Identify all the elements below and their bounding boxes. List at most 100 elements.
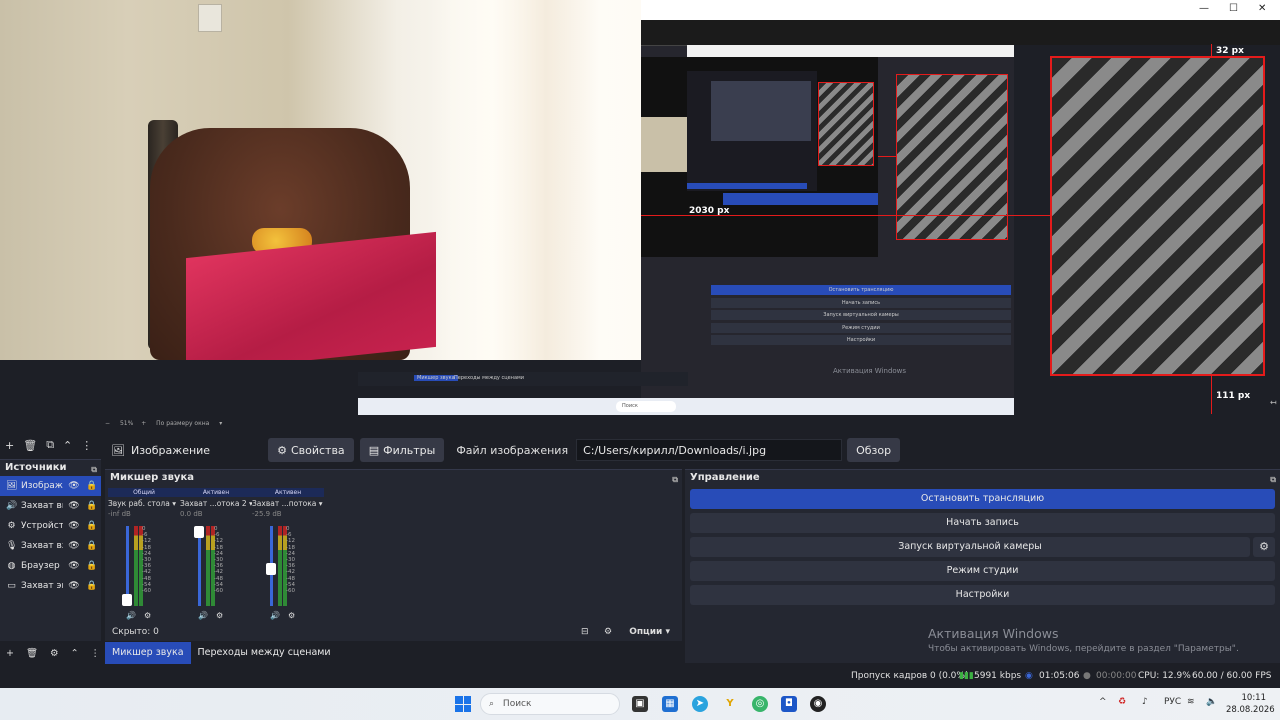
lock-icon[interactable]: 🔒 — [85, 481, 99, 491]
start-record-button[interactable]: Начать запись — [690, 513, 1275, 533]
audio-output-icon: 🔊 — [6, 501, 18, 511]
channel-settings-icon[interactable]: ⚙ — [216, 611, 223, 620]
more-icon[interactable]: ⋮ — [81, 439, 92, 452]
visibility-icon[interactable]: 👁 — [67, 581, 81, 591]
mute-icon[interactable]: 🔊 — [126, 611, 136, 620]
up-icon[interactable]: ⌃ — [71, 648, 79, 659]
mute-icon[interactable]: 🔊 — [270, 611, 280, 620]
zoom-in-icon[interactable]: + — [141, 420, 146, 427]
scale-tick: -42 — [286, 569, 295, 576]
volume-fader[interactable] — [198, 526, 201, 606]
more-icon[interactable]: ⋮ — [91, 648, 101, 659]
channel-status: Общий — [108, 488, 180, 497]
visibility-icon[interactable]: 👁 — [67, 561, 81, 571]
image-file-path[interactable]: C:/Users/кирилл/Downloads/i.jpg — [576, 439, 843, 461]
tray-chevron-icon[interactable]: ^ — [1099, 697, 1107, 707]
add-source-icon[interactable]: + — [5, 439, 14, 452]
language-indicator[interactable]: РУС — [1164, 697, 1181, 707]
volume-fader-handle[interactable] — [266, 563, 276, 576]
mute-icon[interactable]: 🔊 — [198, 611, 208, 620]
chrome-icon[interactable]: ◎ — [752, 696, 768, 712]
trash-icon[interactable]: 🗑 — [26, 648, 38, 659]
sources-toolbar: + 🗑 ⧉ ⌃ ⋮ — [0, 436, 104, 454]
popout-icon[interactable]: ⧉ — [1270, 472, 1276, 488]
wall-socket — [198, 4, 222, 32]
task-view-icon[interactable]: ▣ — [632, 696, 648, 712]
source-item[interactable]: ◍ Браузер 5 👁 🔒 — [0, 556, 101, 576]
settings-button[interactable]: Настройки — [690, 585, 1275, 605]
popout-icon[interactable]: ⧉ — [672, 472, 678, 488]
mixer-options-button[interactable]: Опции ▾ — [629, 627, 670, 637]
channel-settings-icon[interactable]: ⚙ — [144, 611, 151, 620]
source-item[interactable]: 🖼 Изображ 👁 🔒 — [0, 476, 101, 496]
volume-fader-handle[interactable] — [194, 526, 204, 538]
tab-scene-transitions[interactable]: Переходы между сценами — [191, 642, 338, 664]
source-item[interactable]: ▭ Захват эк 👁 🔒 — [0, 576, 101, 596]
remove-source-icon[interactable]: 🗑 — [23, 439, 37, 452]
channel-name[interactable]: Захват ...отока 2 ▾ — [180, 499, 252, 508]
network-icon[interactable]: ♪ — [1142, 697, 1148, 707]
visibility-icon[interactable]: 👁 — [67, 541, 81, 551]
scale-tick: -18 — [142, 544, 151, 551]
wifi-icon[interactable]: ≋ — [1187, 697, 1195, 707]
channel-status: Активен — [180, 488, 252, 497]
channel-settings-icon[interactable]: ⚙ — [288, 611, 295, 620]
visibility-icon[interactable]: 👁 — [67, 501, 81, 511]
gear-icon[interactable]: ⚙ — [50, 648, 59, 659]
chevron-down-icon[interactable]: ▾ — [219, 420, 222, 427]
lock-icon[interactable]: 🔒 — [85, 581, 99, 591]
virtual-camera-settings-button[interactable]: ⚙ — [1253, 537, 1275, 557]
browse-button[interactable]: Обзор — [847, 438, 901, 462]
move-up-icon[interactable]: ⌃ — [63, 439, 72, 452]
channel-name[interactable]: Захват ...потока ▾ — [252, 499, 324, 508]
image-source-stripes[interactable] — [1050, 56, 1265, 376]
taskbar-clock[interactable]: 10:11 28.08.2026 — [1226, 692, 1275, 716]
lock-icon[interactable]: 🔒 — [85, 521, 99, 531]
telegram-icon[interactable]: ➤ — [692, 696, 708, 712]
properties-button[interactable]: ⚙ Свойства — [268, 438, 354, 462]
obs-icon[interactable]: ◉ — [810, 696, 826, 712]
tab-audio-mixer[interactable]: Микшер звука — [105, 642, 191, 664]
layout-icon[interactable]: ⊟ — [581, 627, 589, 637]
source-item[interactable]: 🎙 Захват вх 👁 🔒 — [0, 536, 101, 556]
lock-icon[interactable]: 🔒 — [85, 501, 99, 511]
store-icon[interactable]: ▦ — [662, 696, 678, 712]
fit-mode[interactable]: По размеру окна — [156, 420, 209, 427]
obs-window: — ☐ ✕ 32 px 2030 px 111 px Остановить тр… — [0, 0, 1280, 720]
search-placeholder: Поиск — [502, 699, 532, 709]
volume-icon[interactable]: 🔈 — [1206, 697, 1217, 707]
app-icon[interactable]: ◘ — [781, 696, 797, 712]
studio-mode-button[interactable]: Режим студии — [690, 561, 1275, 581]
channel-name[interactable]: Звук раб. стола ▾ — [108, 499, 180, 508]
mixer-title: Микшер звука ⧉ — [105, 470, 682, 486]
virtual-camera-button[interactable]: Запуск виртуальной камеры — [690, 537, 1250, 557]
browser-icon: ◍ — [7, 561, 16, 571]
source-item[interactable]: ⚙ Устройст 👁 🔒 — [0, 516, 101, 536]
lock-icon[interactable]: 🔒 — [85, 561, 99, 571]
visibility-icon[interactable]: 👁 — [67, 481, 81, 491]
lock-icon[interactable]: 🔒 — [85, 541, 99, 551]
selected-source: 🖼 Изображение — [111, 444, 210, 457]
source-item[interactable]: 🔊 Захват вь 👁 🔒 — [0, 496, 101, 516]
scale-tick: -48 — [214, 575, 223, 582]
start-button[interactable] — [455, 696, 471, 712]
visibility-icon[interactable]: 👁 — [67, 521, 81, 531]
taskbar-search[interactable]: ⌕ Поиск — [480, 693, 620, 715]
windows-activation-watermark: Активация Windows Чтобы активировать Win… — [928, 626, 1239, 654]
tray-app-icon[interactable]: ♻ — [1118, 697, 1126, 707]
add-icon[interactable]: + — [6, 648, 14, 659]
stop-stream-button[interactable]: Остановить трансляцию — [690, 489, 1275, 509]
preview-canvas[interactable]: — ☐ ✕ 32 px 2030 px 111 px Остановить тр… — [0, 0, 1280, 427]
resize-arrow-icon[interactable]: ↤ — [1270, 398, 1277, 407]
controls-title: Управление ⧉ — [685, 470, 1280, 486]
volume-fader-handle[interactable] — [122, 594, 132, 606]
yandex-browser-icon[interactable]: Y — [722, 696, 738, 712]
filters-icon[interactable]: ⧉ — [46, 438, 54, 452]
advanced-audio-icon[interactable]: ⚙ — [604, 627, 612, 637]
sources-title: Источники ⧉ — [0, 460, 101, 476]
channel-volume-db: 0.0 dB — [180, 510, 203, 518]
zoom-out-icon[interactable]: − — [105, 420, 110, 427]
filters-button[interactable]: ▤ Фильтры — [359, 438, 445, 462]
preview-zoom-bar[interactable]: − 51% + По размеру окна ▾ — [105, 420, 285, 427]
level-meter-left — [206, 526, 210, 606]
